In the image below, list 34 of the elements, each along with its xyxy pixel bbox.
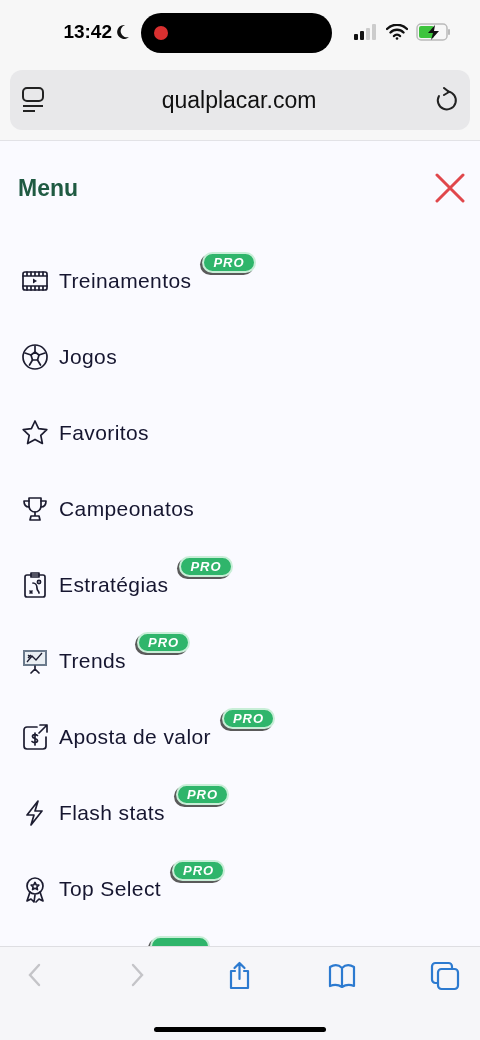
menu-item[interactable]: Favoritos — [59, 417, 149, 449]
clock: 13:42 — [63, 19, 112, 44]
book-icon[interactable] — [327, 961, 358, 991]
pro-badge: PRO — [175, 784, 230, 805]
money-arrow-icon — [21, 723, 49, 751]
reader-icon[interactable] — [22, 87, 44, 113]
signal-icon — [354, 24, 378, 40]
url-text: qualplacar.com — [160, 85, 318, 115]
pro-badge: PRO — [179, 556, 233, 577]
reload-icon[interactable] — [434, 87, 458, 113]
address-bar[interactable]: qualplacar.com — [10, 70, 470, 130]
menu-item[interactable]: Campeonatos — [59, 493, 195, 525]
menu-item[interactable]: Aposta de valor — [59, 721, 211, 753]
pro-badge: PRO — [172, 860, 226, 881]
close-icon[interactable] — [435, 173, 465, 203]
menu-item[interactable]: Flash stats — [59, 797, 165, 829]
menu-item[interactable]: Trends — [59, 645, 126, 677]
battery-charging-icon — [416, 23, 452, 41]
soccer-ball-icon — [21, 343, 49, 371]
pro-badge: PRO — [137, 632, 191, 653]
presentation-board-icon — [21, 647, 49, 675]
wifi-icon — [386, 24, 408, 40]
tabs-icon[interactable] — [430, 961, 460, 991]
menu-title: Menu — [18, 173, 79, 203]
clipboard-icon — [21, 571, 49, 599]
pro-badge: PRO — [202, 252, 256, 273]
menu-item[interactable]: Jogos — [59, 341, 118, 373]
moon-icon — [116, 24, 130, 40]
menu-item[interactable]: Top Select — [59, 873, 162, 905]
menu-item[interactable]: Estratégias — [59, 569, 169, 601]
trophy-icon — [21, 495, 49, 523]
pro-badge: PRO — [221, 708, 276, 729]
menu-item[interactable]: Treinamentos — [59, 265, 192, 297]
star-icon — [21, 419, 49, 447]
